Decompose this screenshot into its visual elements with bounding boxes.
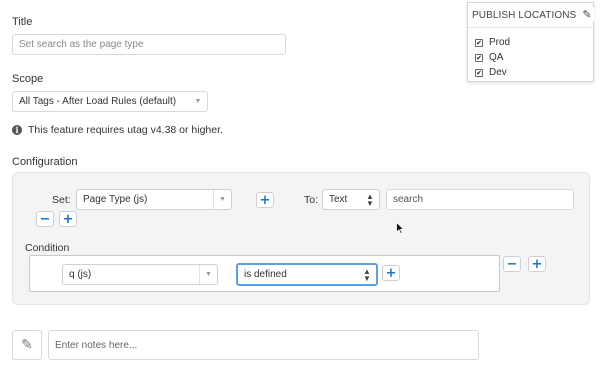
to-value-input[interactable]: search bbox=[386, 189, 574, 210]
info-circle-icon: i bbox=[12, 125, 22, 135]
publish-location-label: Prod bbox=[489, 37, 511, 48]
condition-variable-select[interactable]: q (js) ▼ bbox=[62, 264, 218, 285]
notes-placeholder: Enter notes here... bbox=[55, 339, 138, 351]
set-variable-select[interactable]: Page Type (js) ▼ bbox=[76, 189, 232, 210]
condition-box: q (js) ▼ is defined ▲ ▼ + bbox=[29, 255, 500, 292]
condition-operator-select[interactable]: is defined ▲ ▼ bbox=[236, 263, 378, 286]
publish-location-label: Dev bbox=[489, 67, 507, 78]
add-condition-button[interactable]: + bbox=[382, 265, 400, 281]
condition-label: Condition bbox=[25, 242, 70, 254]
publish-location-qa[interactable]: ✔ QA bbox=[475, 52, 503, 63]
title-label: Title bbox=[12, 16, 33, 28]
to-type-select[interactable]: Text ▲ ▼ bbox=[322, 189, 380, 210]
publish-location-label: QA bbox=[489, 52, 504, 63]
condition-variable-value: q (js) bbox=[69, 269, 92, 280]
scope-select-value: All Tags - After Load Rules (default) bbox=[19, 96, 177, 107]
mouse-pointer-icon bbox=[396, 222, 405, 235]
checkbox-checked-icon[interactable]: ✔ bbox=[475, 38, 483, 47]
notes-input[interactable]: Enter notes here... bbox=[48, 330, 479, 360]
publish-locations-panel: PUBLISH LOCATIONS ✎ ✔ Prod ✔ QA ✔ Dev bbox=[467, 2, 594, 82]
to-type-value: Text bbox=[329, 194, 348, 205]
add-set-button[interactable]: + bbox=[256, 192, 274, 208]
publish-locations-title: PUBLISH LOCATIONS bbox=[472, 10, 577, 21]
set-variable-value: Page Type (js) bbox=[83, 194, 148, 205]
configuration-panel: Set: Page Type (js) ▼ + To: Text ▲ ▼ sear… bbox=[12, 172, 590, 305]
version-notice: i This feature requires utag v4.38 or hi… bbox=[12, 124, 223, 136]
add-row-button[interactable]: + bbox=[59, 211, 77, 227]
set-label: Set: bbox=[52, 194, 71, 206]
notes-pencil-icon[interactable]: ✎ bbox=[12, 330, 42, 360]
publish-location-prod[interactable]: ✔ Prod bbox=[475, 37, 510, 48]
updown-arrows-icon: ▲ ▼ bbox=[366, 191, 374, 208]
chevron-down-icon: ▼ bbox=[199, 265, 217, 284]
version-notice-text: This feature requires utag v4.38 or high… bbox=[28, 124, 223, 136]
pencil-icon[interactable]: ✎ bbox=[580, 7, 594, 21]
scope-select[interactable]: All Tags - After Load Rules (default) ▼ bbox=[12, 91, 208, 112]
condition-operator-value: is defined bbox=[244, 269, 287, 280]
chevron-down-icon: ▼ bbox=[194, 98, 202, 105]
scope-label: Scope bbox=[12, 73, 44, 85]
publish-location-dev[interactable]: ✔ Dev bbox=[475, 67, 507, 78]
remove-set-button[interactable]: − bbox=[36, 211, 54, 227]
to-label: To: bbox=[304, 194, 319, 206]
to-value-text: search bbox=[393, 194, 424, 205]
configuration-label: Configuration bbox=[12, 156, 78, 168]
checkbox-checked-icon[interactable]: ✔ bbox=[475, 53, 483, 62]
remove-condition-button[interactable]: − bbox=[503, 256, 521, 272]
updown-arrows-icon: ▲ ▼ bbox=[363, 266, 371, 283]
checkbox-checked-icon[interactable]: ✔ bbox=[475, 68, 483, 77]
divider bbox=[468, 27, 593, 28]
title-input[interactable]: Set search as the page type bbox=[12, 34, 286, 55]
add-condition-group-button[interactable]: + bbox=[528, 256, 546, 272]
title-input-placeholder: Set search as the page type bbox=[19, 39, 144, 50]
chevron-down-icon: ▼ bbox=[213, 190, 231, 209]
